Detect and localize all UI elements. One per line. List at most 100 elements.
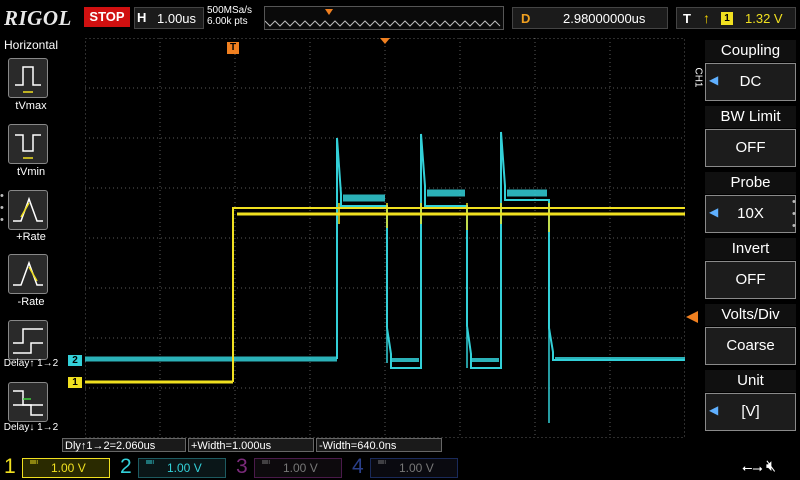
coupling-menu[interactable]: Coupling DC ◀ — [705, 40, 796, 102]
trigger-box[interactable]: T ↑ 1 1.32 V — [676, 7, 796, 29]
trigger-source-badge: 1 — [721, 12, 733, 25]
volts-div-value: Coarse — [705, 327, 796, 365]
measurement-positive-width[interactable]: +Width=1.000us — [188, 438, 314, 452]
tvmin-button[interactable] — [8, 124, 48, 164]
memory-trigger-marker — [325, 9, 333, 15]
trigger-level: 1.32 V — [745, 11, 783, 26]
positive-rate-label: +Rate — [16, 231, 46, 243]
positive-rate-button[interactable] — [8, 190, 48, 230]
right-scroll-dots: • • • — [792, 196, 796, 232]
tvmax-label: tVmax — [15, 100, 47, 112]
delay-rise-label: Delay↑ 1→2 — [3, 358, 59, 369]
channel-status-bar: 1 ≕ 1.00 V 2 ≕ 1.00 V 3 ≕ 1.00 V 4 ≕ 1.0… — [0, 452, 800, 480]
delay-fall-icon — [13, 390, 43, 416]
tvmax-icon — [15, 66, 41, 93]
coupling-title: Coupling — [705, 40, 796, 62]
channel-3-vdiv: 1.00 V — [283, 461, 318, 475]
trigger-level-marker[interactable] — [686, 311, 698, 323]
dc-coupling-icon: ≕ — [261, 457, 271, 468]
ch1-offset-marker[interactable]: 1 — [68, 377, 82, 388]
channel-1-number: 1 — [4, 455, 16, 478]
delay-fall-label: Delay↓ 1→2 — [3, 422, 59, 433]
graticule — [85, 38, 685, 438]
delay-rise-icon — [13, 328, 43, 354]
invert-value: OFF — [705, 261, 796, 299]
ch2-trace — [85, 131, 685, 423]
tvmin-label: tVmin — [16, 166, 46, 178]
horizontal-measure-panel: Horizontal tVmax tVmin ••• +Rate -Rate — [0, 38, 62, 450]
waveform-canvas — [85, 38, 685, 438]
measurement-negative-width[interactable]: -Width=640.0ns — [316, 438, 442, 452]
negative-rate-button[interactable] — [8, 254, 48, 294]
coupling-value: DC — [705, 63, 796, 101]
tvmax-button[interactable] — [8, 58, 48, 98]
memory-overview-wave — [265, 9, 501, 27]
delay-fall-button[interactable] — [8, 382, 48, 422]
run-stop-badge[interactable]: STOP — [84, 7, 130, 27]
negative-rate-icon — [13, 260, 43, 286]
channel-3-number: 3 — [236, 455, 248, 478]
select-arrow-icon: ◀ — [709, 73, 719, 87]
channel-2-number: 2 — [120, 455, 132, 478]
unit-value: [V] — [705, 393, 796, 431]
delay-key: D — [521, 11, 531, 26]
unit-title: Unit — [705, 370, 796, 392]
volts-div-menu[interactable]: Volts/Div Coarse — [705, 304, 796, 366]
dc-coupling-icon: ≕ — [145, 457, 155, 468]
unit-menu[interactable]: Unit [V] ◀ — [705, 370, 796, 432]
channel-4-tab[interactable]: 4 ≕ 1.00 V — [348, 454, 464, 480]
select-arrow-icon: ◀ — [709, 205, 719, 219]
timebase-value: 1.00us — [157, 11, 197, 26]
trigger-key: T — [683, 11, 691, 26]
center-time-marker — [380, 38, 390, 44]
positive-rate-icon — [13, 196, 43, 222]
tvmin-icon — [15, 134, 41, 159]
channel-2-box: ≕ 1.00 V — [138, 457, 226, 478]
ch2-offset-marker[interactable]: 2 — [68, 355, 82, 366]
delay-value: 2.98000000us — [563, 11, 646, 26]
sample-rate: 500MSa/s — [207, 5, 253, 16]
memory-overview-bar[interactable] — [264, 6, 504, 30]
memory-depth: 6.00k pts — [207, 16, 248, 27]
bw-limit-value: OFF — [705, 129, 796, 167]
waveform-display[interactable]: T — [85, 38, 685, 438]
timebase-box[interactable]: H 1.00us — [134, 7, 204, 29]
channel-3-tab[interactable]: 3 ≕ 1.00 V — [232, 454, 348, 480]
probe-value: 10X — [705, 195, 796, 233]
probe-menu[interactable]: Probe 10X ◀ — [705, 172, 796, 234]
invert-menu[interactable]: Invert OFF — [705, 238, 796, 300]
sample-info: 500MSa/s 6.00k pts — [207, 5, 252, 27]
top-status-bar: RIGOL STOP H 1.00us 500MSa/s 6.00k pts D… — [0, 0, 800, 38]
rigol-logo: RIGOL — [4, 6, 72, 30]
invert-title: Invert — [705, 238, 796, 260]
usb-icon: ⭠⭢ — [742, 460, 763, 475]
channel-4-box: ≕ 1.00 V — [370, 457, 458, 478]
channel-1-box: ≕ 1.00 V — [22, 457, 110, 478]
panel-title: Horizontal — [3, 38, 59, 52]
speaker-muted-icon[interactable]: 🔇︎ — [766, 458, 776, 476]
channel-1-tab[interactable]: 1 ≕ 1.00 V — [0, 454, 116, 480]
trigger-position-marker: T — [227, 42, 239, 54]
menu-channel-label: CH1 — [692, 67, 704, 88]
channel-1-vdiv: 1.00 V — [51, 461, 86, 475]
left-scroll-dots: • • • — [0, 190, 4, 226]
channel-4-number: 4 — [352, 455, 364, 478]
bw-limit-menu[interactable]: BW Limit OFF — [705, 106, 796, 168]
ch1-trace — [85, 203, 685, 384]
channel-3-box: ≕ 1.00 V — [254, 457, 342, 478]
channel-4-vdiv: 1.00 V — [399, 461, 434, 475]
horizontal-key: H — [137, 10, 147, 25]
delay-rise-button[interactable] — [8, 320, 48, 360]
rising-edge-icon: ↑ — [703, 10, 710, 26]
bw-limit-title: BW Limit — [705, 106, 796, 128]
channel-menu: CH1 Coupling DC ◀ BW Limit OFF Probe 10X… — [693, 38, 800, 450]
measurement-results: Dly↑1→2=2.060us +Width=1.000us -Width=64… — [62, 438, 700, 452]
delay-box[interactable]: D 2.98000000us — [512, 7, 668, 29]
dc-coupling-icon: ≕ — [377, 457, 387, 468]
channel-2-tab[interactable]: 2 ≕ 1.00 V — [116, 454, 232, 480]
select-arrow-icon: ◀ — [709, 403, 719, 417]
dc-coupling-icon: ≕ — [29, 457, 39, 468]
volts-div-title: Volts/Div — [705, 304, 796, 326]
measurement-delay[interactable]: Dly↑1→2=2.060us — [62, 438, 186, 452]
probe-title: Probe — [705, 172, 796, 194]
